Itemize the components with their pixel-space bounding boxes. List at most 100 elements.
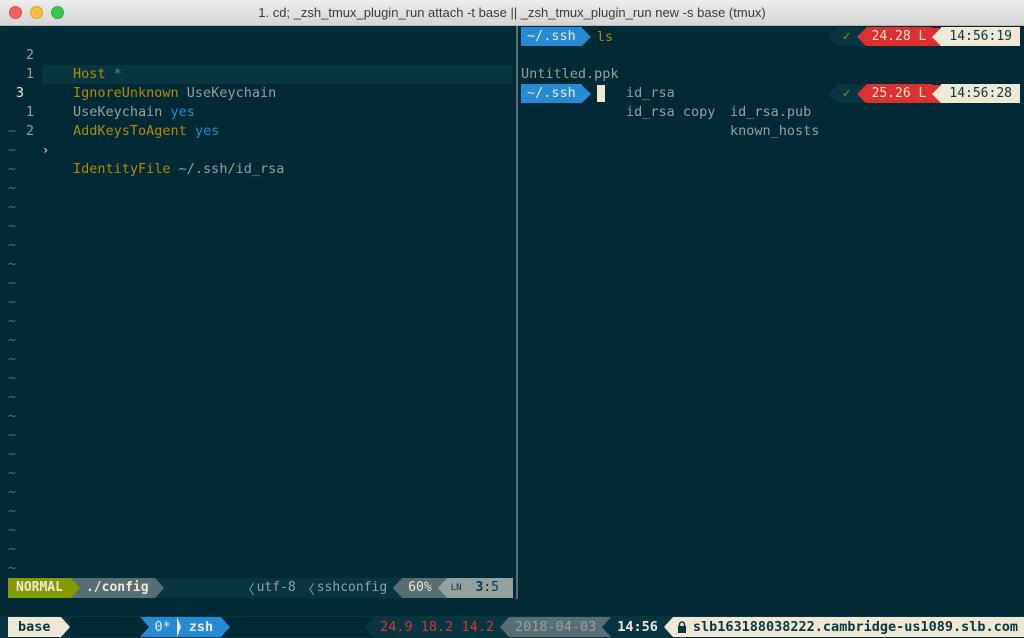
tmux-statusbar: base 0* zsh 24.9 18.2 14.2 2018-04-03 14… [0,616,1024,638]
empty-line-tilde: ~ [8,142,17,158]
value [187,123,195,139]
status-spacer [230,617,366,637]
line-indicator-icon: LN [446,578,466,598]
right-prompt: ✓ 25.26 L 14:56:28 [827,84,1020,103]
text-cursor[interactable] [596,85,605,102]
tmux-window-index[interactable]: 0* [148,617,177,637]
empty-line-tilde: ~ [8,294,17,310]
vim-line[interactable]: 1 IgnoreUnknown UseKeychain [0,46,512,101]
ls-entry: id_rsa [626,85,675,101]
prompt-directory: ~/.ssh [521,84,582,103]
empty-line-tilde: ~ [8,465,17,481]
prompt-time: 14:56:28 [941,84,1020,103]
close-window-button[interactable] [9,6,22,19]
empty-line-tilde: ~ [8,180,17,196]
separator-arrow [581,84,591,103]
empty-line-tilde: ~ [8,199,17,215]
separator-thin-icon: 〈 [301,582,315,598]
cursor-col: :5 [483,580,499,595]
empty-line-tilde: ~ [8,332,17,348]
window-title: 1. cd; _zsh_tmux_plugin_run attach -t ba… [258,5,766,20]
tmux-hostname-segment: slb163188038222.cambridge-us1089.slb.com [672,617,1024,637]
prompt-directory: ~/.ssh [521,27,582,46]
zoom-window-button[interactable] [51,6,64,19]
empty-line-tilde: ~ [8,370,17,386]
ls-entry: id_rsa copy [626,104,716,120]
status-spacer [69,617,140,637]
vim-line[interactable]: 1 AddKeysToAgent yes [0,84,512,139]
filename: ./config [79,578,155,598]
vim-statusline: NORMAL ./config 〈 utf-8 〈 sshconfig 60% … [8,578,513,598]
separator-arrow [499,617,509,637]
traffic-lights [9,6,64,19]
separator-arrow [437,578,447,598]
hostname: slb163188038222.cambridge-us1089.slb.com [692,619,1018,635]
fold-marker-icon: › [42,143,50,157]
separator-arrow [365,617,375,637]
tmux-date: 2018-04-03 [508,617,603,637]
empty-line-tilde: ~ [8,123,17,139]
empty-line-tilde: ~ [8,408,17,424]
scroll-percent: 60% [402,578,438,598]
empty-line-tilde: ~ [8,427,17,443]
filetype: sshconfig [316,580,388,595]
line-text: IdentityFile ~/.ssh/id_rsa [73,160,284,179]
load-5: 18.2 [420,619,454,635]
separator-arrow [856,84,866,103]
keyword: AddKeysToAgent [73,123,187,139]
ls-entry: id_rsa.pub [730,104,812,120]
vim-line[interactable]: 2 › IdentityFile ~/.ssh/id_rsa [0,103,512,177]
separator-arrow [139,617,149,637]
prompt-time: 14:56:19 [941,27,1020,46]
load-15: 14.2 [461,619,494,635]
load-1: 24.9 [380,619,413,635]
line-text: AddKeysToAgent yes [73,122,219,141]
shell-command: ls [596,28,614,45]
right-prompt: ✓ 24.28 L 14:56:19 [827,27,1020,46]
status-check-icon: ✓ [836,84,857,103]
boolean: yes [194,123,220,139]
vim-line-current[interactable]: 3 UseKeychain yes [0,65,512,120]
value: ~/.ssh/id_rsa [170,161,285,177]
tmux-time: 14:56 [611,617,664,637]
shell-prompt: ~/.ssh [521,84,605,103]
separator-arrow [154,578,164,598]
separator-arrow [932,84,942,103]
lock-icon [677,621,686,633]
keyword: IdentityFile [73,161,171,177]
status-check-icon: ✓ [836,27,857,46]
vim-line[interactable]: 2 Host * [0,27,512,82]
separator-arrow [602,617,612,637]
tmux-window-name[interactable]: zsh [180,617,222,637]
empty-line-tilde: ~ [8,522,17,538]
empty-line-tilde: ~ [8,503,17,519]
separator-arrow [221,617,231,637]
separator-arrow [393,578,403,598]
ls-output-row: Untitled.ppk id_rsa id_rsa.pub [521,46,811,120]
empty-line-tilde: ~ [8,484,17,500]
empty-line-tilde: ~ [8,237,17,253]
separator-arrow [856,27,866,46]
separator-arrow [663,617,673,637]
empty-line-tilde: ~ [8,560,17,576]
empty-line-tilde: ~ [8,256,17,272]
shell-prompt: ~/.ssh ls [521,27,613,46]
load-average: 25.26 L [865,84,933,103]
separator-arrow [60,617,70,637]
separator-arrow [581,27,591,46]
separator-arrow [932,27,942,46]
ls-entry: known_hosts [730,123,820,139]
separator-arrow [827,27,837,46]
separator-arrow [827,84,837,103]
window-titlebar: 1. cd; _zsh_tmux_plugin_run attach -t ba… [0,0,1024,26]
encoding: utf-8 [256,580,296,595]
separator-thin-icon: 〈 [241,582,255,598]
empty-line-tilde: ~ [8,389,17,405]
tmux-load-average: 24.9 18.2 14.2 [374,617,500,637]
minimize-window-button[interactable] [30,6,43,19]
empty-line-tilde: ~ [8,161,17,177]
tmux-session-name[interactable]: base [8,617,61,637]
separator-arrow [70,578,80,598]
ls-output-row: config id_rsa copy known_hosts [521,65,819,139]
pane-divider[interactable] [516,26,518,599]
